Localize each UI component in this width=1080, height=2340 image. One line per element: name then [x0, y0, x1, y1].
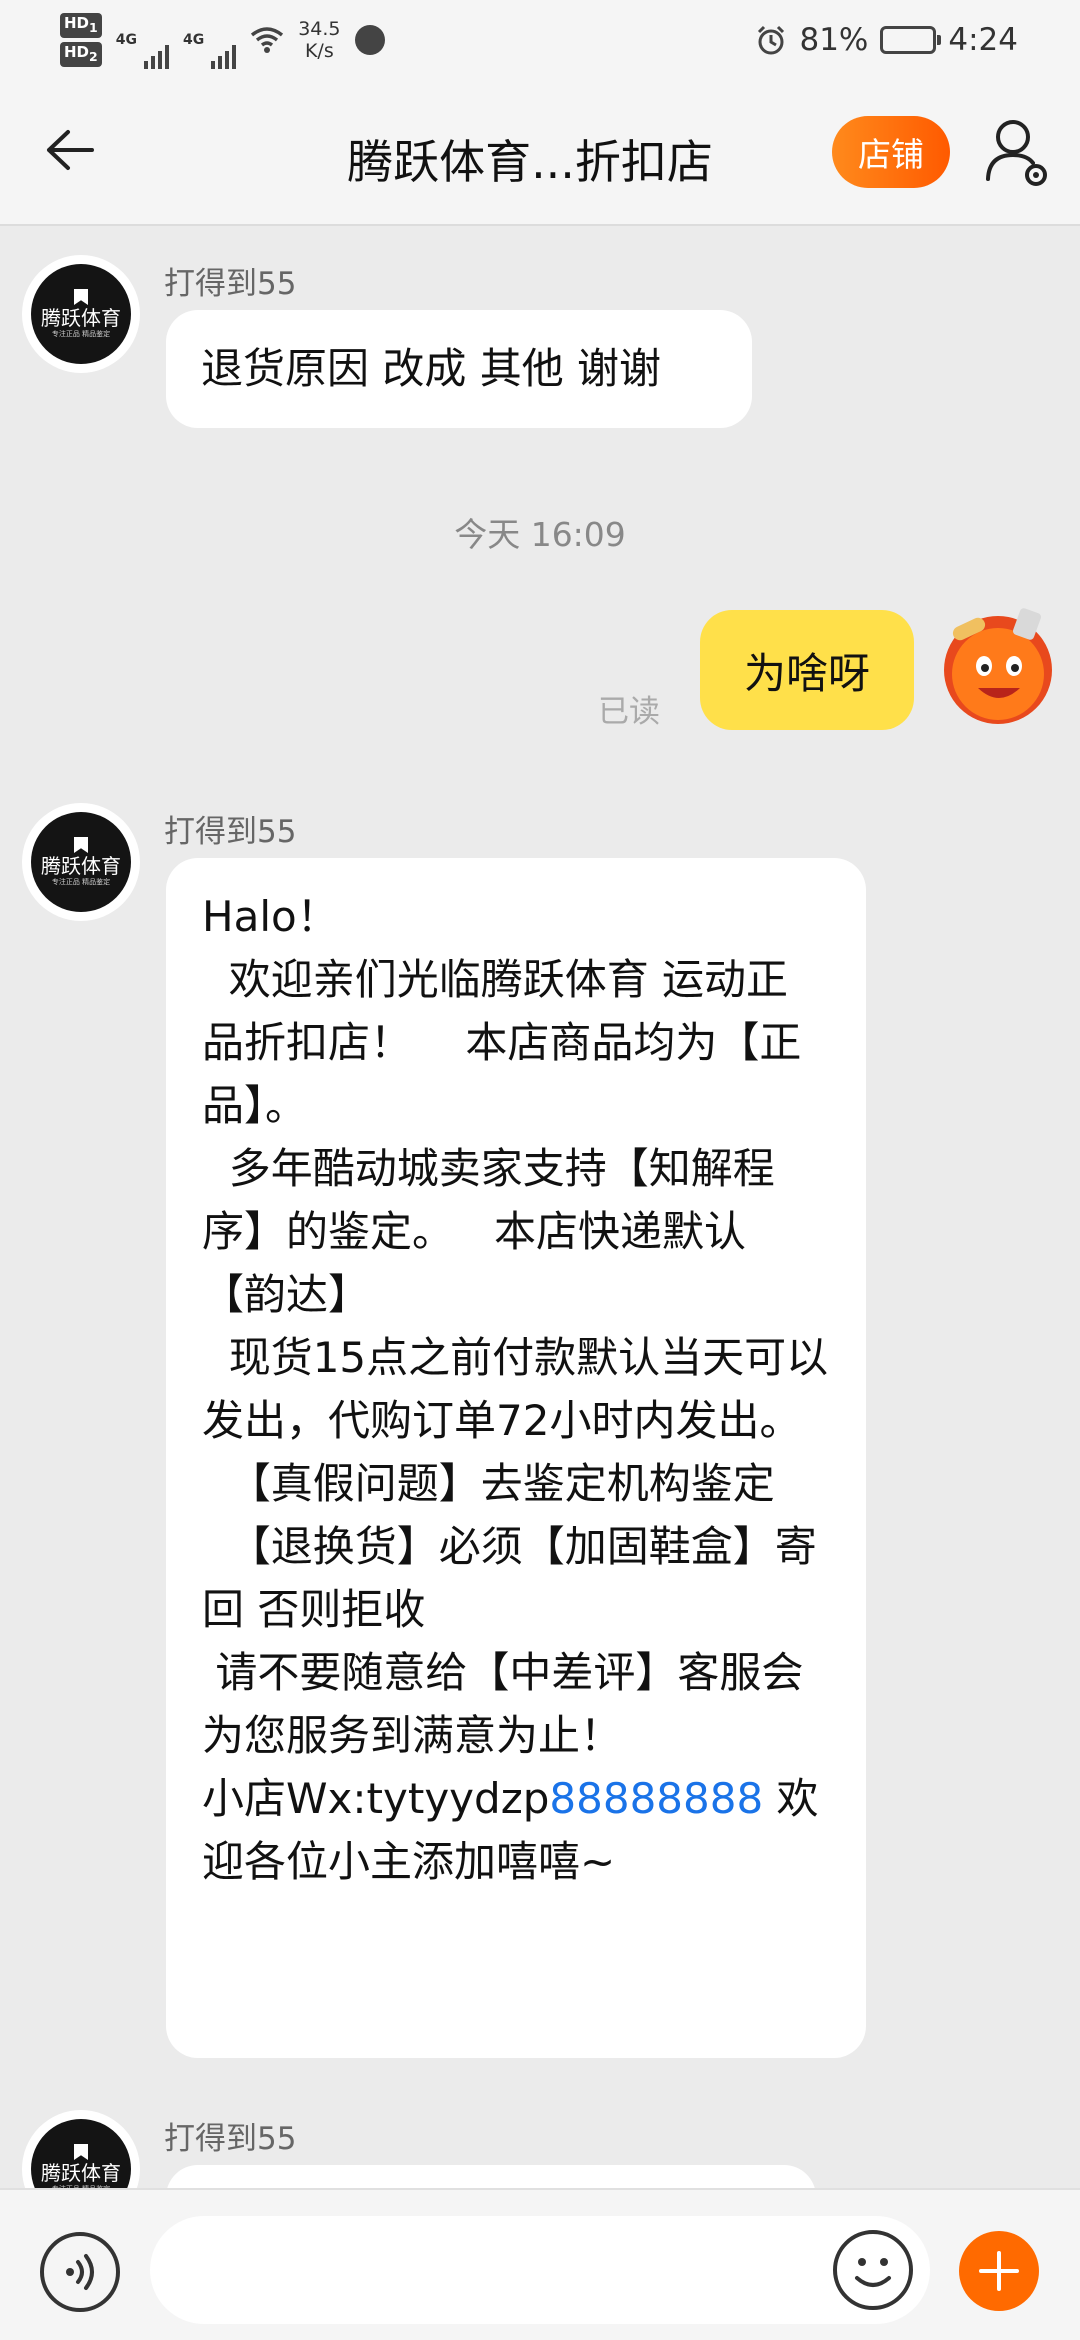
input-bar — [0, 2188, 1080, 2340]
user-settings-icon — [986, 120, 1047, 186]
signal-2-icon: 4G — [182, 32, 237, 69]
my-message-bubble[interactable]: 为啥呀 — [700, 610, 914, 730]
chat-area[interactable]: 腾跃体育 专注正品 精品鉴定 打得到55 退货原因 改成 其他 谢谢 今天 16… — [0, 228, 1080, 2188]
message-bubble[interactable]: 退货原因 改成 其他 谢谢 — [166, 310, 752, 428]
clock: 4:24 — [948, 22, 1018, 58]
shop-button[interactable]: 店铺 — [832, 116, 950, 188]
status-bar: HD1 HD2 4G 4G 34.5 K/s 81% 4:24 — [0, 0, 1080, 78]
avatar-brand: 腾跃体育 — [41, 306, 121, 330]
welcome-message-text: Halo！ 欢迎亲们光临腾跃体育 运动正品折扣店！ 本店商品均为【正品】。 多年… — [202, 892, 829, 1823]
speed-unit: K/s — [304, 40, 334, 62]
sender-name: 打得到55 — [164, 814, 297, 850]
voice-icon — [66, 2254, 94, 2290]
net2-label: 4G — [182, 32, 205, 48]
back-arrow-icon — [47, 130, 94, 170]
globe-icon — [354, 25, 385, 55]
status-right: 81% 4:24 — [755, 20, 1018, 60]
message-bubble[interactable] — [166, 2165, 816, 2188]
status-left: HD1 HD2 4G 4G 34.5 K/s — [60, 10, 385, 70]
back-button[interactable] — [38, 118, 102, 182]
read-receipt: 已读 — [598, 694, 660, 730]
avatar-brand: 腾跃体育 — [41, 2161, 121, 2185]
user-settings-button[interactable] — [983, 115, 1053, 189]
chat-title: 腾跃体育...折扣店 — [347, 135, 713, 189]
sender-name: 打得到55 — [164, 266, 297, 302]
shop-avatar[interactable]: 腾跃体育 专注正品 精品鉴定 — [22, 2110, 140, 2188]
speed-value: 34.5 — [298, 18, 341, 40]
net1-label: 4G — [115, 32, 137, 48]
timestamp: 今天 16:09 — [454, 515, 626, 554]
wifi-icon — [251, 27, 284, 53]
my-avatar[interactable] — [924, 600, 1070, 730]
avatar-tagline: 专注正品 精品鉴定 — [51, 878, 111, 886]
sender-name: 打得到55 — [164, 2121, 297, 2157]
shop-avatar[interactable]: 腾跃体育 专注正品 精品鉴定 — [22, 803, 140, 921]
signal-1-icon: 4G — [115, 32, 169, 69]
plus-icon — [979, 2251, 1019, 2291]
shop-avatar[interactable]: 腾跃体育 专注正品 精品鉴定 — [22, 255, 140, 373]
hd1-text: HD — [64, 14, 90, 32]
hd1-badge: HD1 — [60, 13, 102, 38]
voice-button[interactable] — [40, 2232, 120, 2312]
emoji-button[interactable] — [833, 2230, 913, 2310]
smiley-icon — [855, 2258, 891, 2287]
battery-icon — [880, 26, 942, 54]
hd1-sub: 1 — [89, 20, 98, 35]
wechat-number-link[interactable]: 88888888 — [549, 1774, 763, 1823]
avatar-brand: 腾跃体育 — [41, 854, 121, 878]
more-options-button[interactable] — [959, 2231, 1039, 2311]
nav-bar: 腾跃体育...折扣店 店铺 — [0, 78, 1080, 226]
alarm-icon — [758, 25, 785, 55]
network-speed: 34.5 K/s — [298, 18, 340, 62]
hd2-sub: 2 — [89, 49, 98, 64]
avatar-tagline: 专注正品 精品鉴定 — [51, 330, 111, 338]
message-input[interactable] — [150, 2216, 930, 2324]
sim-indicators: HD1 HD2 — [60, 13, 102, 67]
hd2-text: HD — [64, 43, 90, 61]
welcome-message-bubble[interactable]: Halo！ 欢迎亲们光临腾跃体育 运动正品折扣店！ 本店商品均为【正品】。 多年… — [166, 858, 866, 2058]
battery-percent: 81% — [799, 22, 869, 58]
hd2-badge: HD2 — [60, 42, 102, 67]
